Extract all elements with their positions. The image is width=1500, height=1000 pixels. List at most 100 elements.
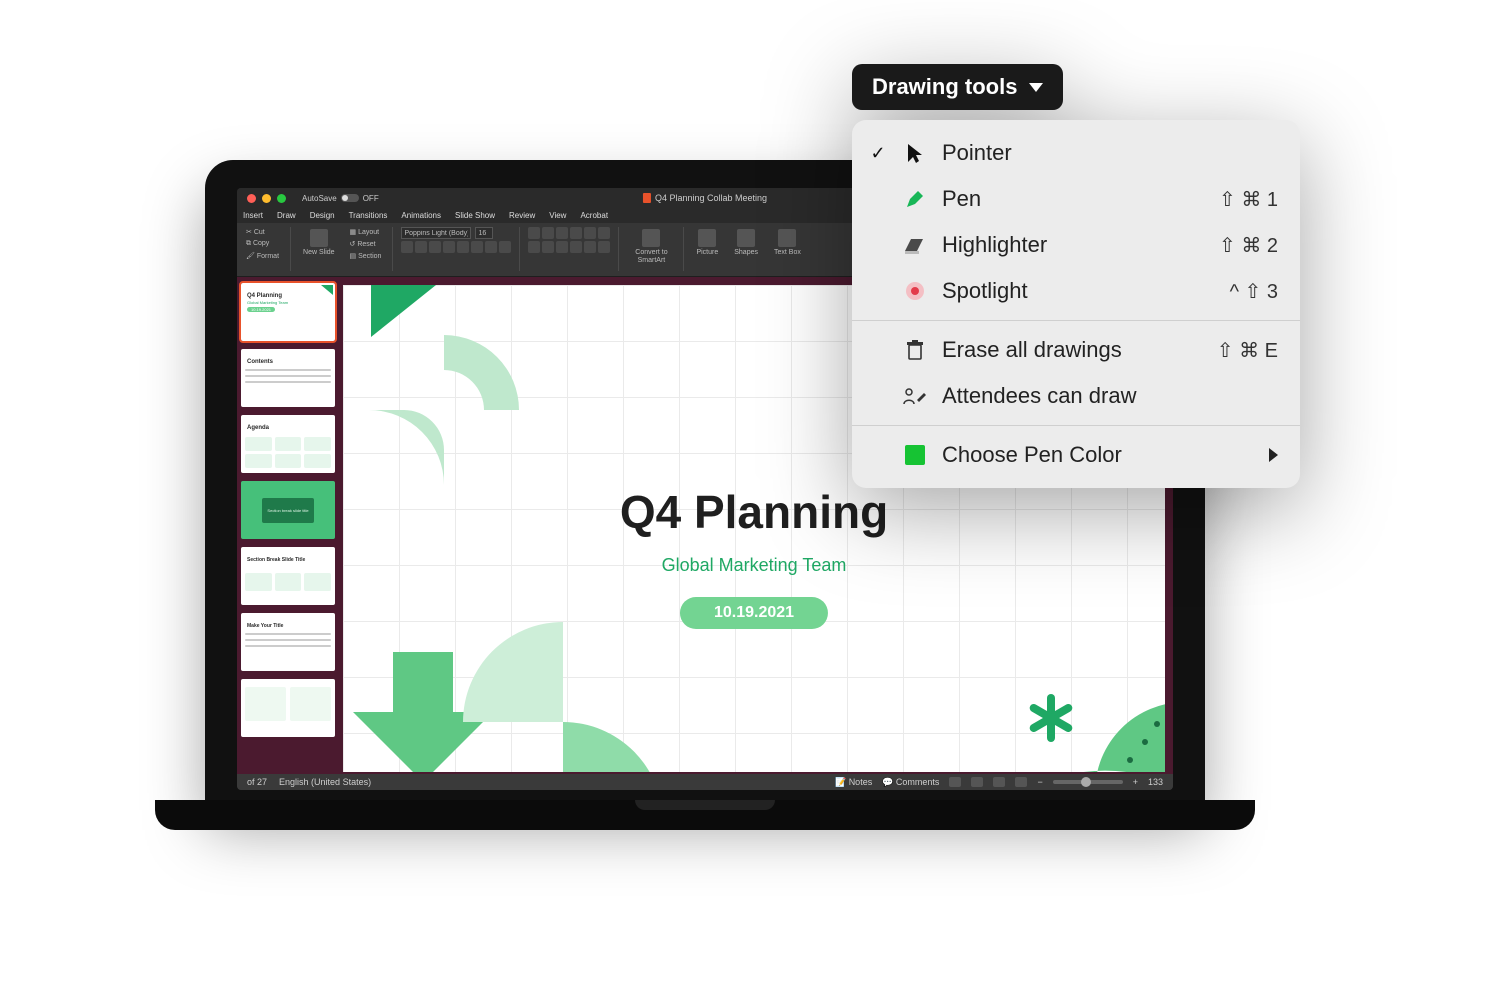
maximize-icon[interactable] xyxy=(277,194,286,203)
check-icon: ✓ xyxy=(868,143,888,164)
view-slideshow-icon[interactable] xyxy=(1015,777,1027,787)
pointer-icon xyxy=(902,142,928,164)
thumb1-sub: Global Marketing Team xyxy=(247,300,331,305)
reset-button[interactable]: ↺ Reset xyxy=(347,239,385,249)
tab-slideshow[interactable]: Slide Show xyxy=(455,211,495,220)
slide-title[interactable]: Q4 Planning xyxy=(620,485,888,539)
tab-view[interactable]: View xyxy=(549,211,566,220)
autosave-state: OFF xyxy=(363,194,379,203)
tab-review[interactable]: Review xyxy=(509,211,535,220)
clipboard-group: ✂ Cut ⧉ Copy 🖌 Format xyxy=(243,227,282,261)
menu-item-pointer[interactable]: ✓ Pointer xyxy=(852,130,1300,176)
spotlight-label: Spotlight xyxy=(942,278,1216,304)
arc-decoration-icon xyxy=(369,335,519,485)
menu-item-pen-color[interactable]: Choose Pen Color xyxy=(852,432,1300,478)
zoom-out-button[interactable]: − xyxy=(1037,777,1042,787)
picture-button[interactable]: Picture xyxy=(692,227,722,258)
zoom-in-button[interactable]: + xyxy=(1133,777,1138,787)
chevron-right-icon xyxy=(1269,448,1278,462)
thumb6-title: Make Your Title xyxy=(247,623,331,629)
pen-shortcut: ⇧ ⌘ 1 xyxy=(1219,187,1278,212)
autosave-toggle[interactable]: AutoSave OFF xyxy=(302,194,379,203)
menu-item-pen[interactable]: Pen ⇧ ⌘ 1 xyxy=(852,176,1300,222)
format-label: Format xyxy=(257,253,279,260)
triangle-decoration-icon xyxy=(371,285,441,337)
slide-date-pill[interactable]: 10.19.2021 xyxy=(680,597,828,629)
picture-label: Picture xyxy=(696,249,718,256)
drawing-tools-popover: Drawing tools ✓ Pointer Pen ⇧ ⌘ 1 Highli… xyxy=(852,64,1300,488)
format-painter-button[interactable]: 🖌 Format xyxy=(243,251,282,261)
paragraph-group xyxy=(528,227,610,253)
comments-button[interactable]: 💬 Comments xyxy=(882,777,939,788)
new-slide-label: New Slide xyxy=(303,249,335,256)
thumbnail-4[interactable]: Section break slide title xyxy=(241,481,335,539)
pen-color-label: Choose Pen Color xyxy=(942,442,1255,468)
spotlight-shortcut: ^ ⇧ 3 xyxy=(1230,279,1278,304)
tab-transitions[interactable]: Transitions xyxy=(349,211,388,220)
erase-label: Erase all drawings xyxy=(942,337,1203,363)
copy-button[interactable]: ⧉ Copy xyxy=(243,239,282,249)
section-button[interactable]: ▤ Section xyxy=(347,251,385,261)
tab-design[interactable]: Design xyxy=(310,211,335,220)
status-bar: of 27 English (United States) 📝 Notes 💬 … xyxy=(237,774,1173,790)
tab-acrobat[interactable]: Acrobat xyxy=(580,211,608,220)
textbox-button[interactable]: Text Box xyxy=(770,227,805,258)
font-size-input[interactable] xyxy=(475,227,493,239)
slide-count: of 27 xyxy=(247,777,267,787)
thumbnail-1[interactable]: Q4 Planning Global Marketing Team 10.19.… xyxy=(241,283,335,341)
font-style-buttons[interactable] xyxy=(401,241,511,253)
toggle-switch[interactable] xyxy=(341,194,359,202)
language-status[interactable]: English (United States) xyxy=(279,777,371,787)
window-controls[interactable] xyxy=(237,188,296,209)
slide-subtitle[interactable]: Global Marketing Team xyxy=(662,555,847,576)
tab-insert[interactable]: Insert xyxy=(243,211,263,220)
thumbnail-5[interactable]: Section Break Slide Title xyxy=(241,547,335,605)
view-reading-icon[interactable] xyxy=(993,777,1005,787)
zoom-slider[interactable] xyxy=(1053,780,1123,784)
zoom-value[interactable]: 133 xyxy=(1148,777,1163,787)
menu-item-erase[interactable]: Erase all drawings ⇧ ⌘ E xyxy=(852,327,1300,373)
convert-smartart-button[interactable]: Convert to SmartArt xyxy=(627,227,675,266)
align-row[interactable] xyxy=(528,227,610,239)
shapes-button[interactable]: Shapes xyxy=(730,227,762,258)
drawing-tools-menu: ✓ Pointer Pen ⇧ ⌘ 1 Highlighter ⇧ ⌘ 2 xyxy=(852,120,1300,488)
highlighter-icon xyxy=(902,235,928,255)
thumbnail-7[interactable] xyxy=(241,679,335,737)
thumbnail-2[interactable]: Contents xyxy=(241,349,335,407)
view-sorter-icon[interactable] xyxy=(971,777,983,787)
drawing-tools-button[interactable]: Drawing tools xyxy=(852,64,1063,110)
slide-thumbnail-panel[interactable]: Q4 Planning Global Marketing Team 10.19.… xyxy=(237,277,339,774)
cut-button[interactable]: ✂ Cut xyxy=(243,227,282,237)
fan-decoration-icon xyxy=(1025,632,1165,772)
shapes-label: Shapes xyxy=(734,249,758,256)
font-name-input[interactable] xyxy=(401,227,471,239)
tab-draw[interactable]: Draw xyxy=(277,211,296,220)
menu-item-spotlight[interactable]: Spotlight ^ ⇧ 3 xyxy=(852,268,1300,314)
notes-button[interactable]: 📝 Notes xyxy=(835,777,872,788)
pen-label: Pen xyxy=(942,186,1205,212)
thumbnail-3[interactable]: Agenda xyxy=(241,415,335,473)
new-slide-button[interactable]: New Slide xyxy=(299,227,339,258)
view-normal-icon[interactable] xyxy=(949,777,961,787)
tab-animations[interactable]: Animations xyxy=(401,211,441,220)
list-row[interactable] xyxy=(528,241,610,253)
menu-item-attendees-draw[interactable]: Attendees can draw xyxy=(852,373,1300,419)
pointer-label: Pointer xyxy=(942,140,1278,166)
new-slide-icon xyxy=(310,229,328,247)
color-swatch-icon xyxy=(902,445,928,465)
shapes-icon xyxy=(737,229,755,247)
layout-button[interactable]: ▦ Layout xyxy=(347,227,385,237)
chevron-down-icon xyxy=(1029,83,1043,92)
drawing-tools-button-label: Drawing tools xyxy=(872,74,1017,100)
minimize-icon[interactable] xyxy=(262,194,271,203)
close-icon[interactable] xyxy=(247,194,256,203)
spotlight-icon xyxy=(902,280,928,302)
menu-item-highlighter[interactable]: Highlighter ⇧ ⌘ 2 xyxy=(852,222,1300,268)
textbox-label: Text Box xyxy=(774,249,801,256)
smartart-icon xyxy=(642,229,660,247)
thumb1-date: 10.19.2021 xyxy=(247,307,275,312)
thumb4-title: Section break slide title xyxy=(262,498,314,523)
trash-icon xyxy=(902,339,928,361)
thumbnail-6[interactable]: Make Your Title xyxy=(241,613,335,671)
cut-label: Cut xyxy=(254,229,265,236)
